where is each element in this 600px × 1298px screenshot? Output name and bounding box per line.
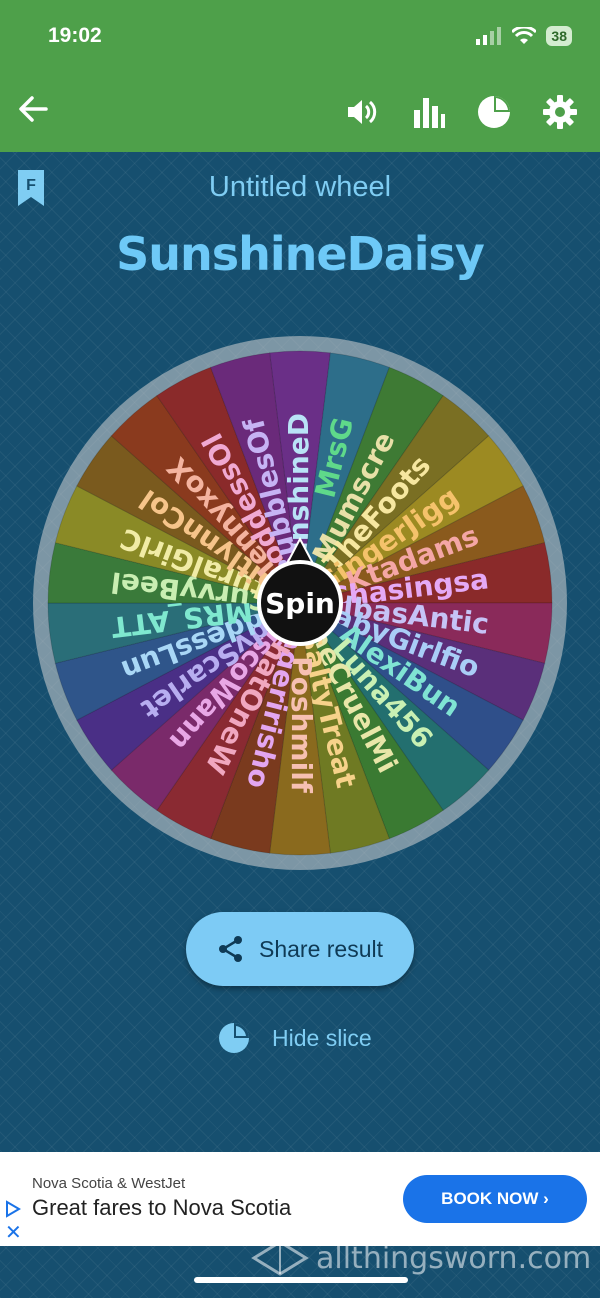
wheel-svg[interactable]: SunshineDMrsGMumscreTheFootsGingerJiggKt… (32, 335, 568, 871)
share-icon (218, 936, 242, 962)
ad-choices-icon[interactable] (4, 1200, 22, 1218)
battery-indicator: 38 (546, 26, 572, 46)
volume-icon[interactable] (344, 94, 380, 130)
toolbar-icons (344, 94, 578, 130)
wheel-title[interactable]: Untitled wheel (0, 171, 600, 204)
spin-label[interactable]: Spin (265, 587, 335, 620)
wifi-icon (512, 27, 537, 44)
pie-icon[interactable] (476, 94, 512, 130)
winner-name: SunshineDaisy (116, 227, 485, 281)
gear-icon[interactable] (542, 94, 578, 130)
ad-advertiser: Nova Scotia & WestJet (32, 1175, 186, 1192)
pie-slice-icon (219, 1023, 249, 1053)
signal-icon (476, 27, 502, 45)
status-time: 19:02 (48, 24, 102, 47)
stats-icon[interactable] (410, 94, 446, 130)
book-now-button[interactable]: BOOK NOW › (403, 1175, 587, 1223)
watermark-logo-icon (251, 1240, 309, 1276)
back-arrow-icon[interactable] (16, 92, 50, 126)
hide-slice-button[interactable]: Hide slice (218, 1022, 372, 1054)
hide-slice-label: Hide slice (272, 1024, 372, 1051)
ad-close-icon[interactable]: ✕ (5, 1220, 22, 1245)
ad-headline[interactable]: Great fares to Nova Scotia (32, 1195, 291, 1221)
home-indicator (194, 1277, 408, 1283)
watermark-text: allthingsworn.com (316, 1240, 592, 1276)
share-result-label: Share result (258, 935, 383, 962)
status-icons: 38 (476, 26, 572, 46)
watermark: allthingsworn.com (250, 1238, 591, 1278)
share-result-button[interactable]: Share result (186, 912, 414, 986)
spin-wheel[interactable]: SunshineD MrsG Mumscre TheFoots GingerJigg Kt… (32, 335, 568, 871)
